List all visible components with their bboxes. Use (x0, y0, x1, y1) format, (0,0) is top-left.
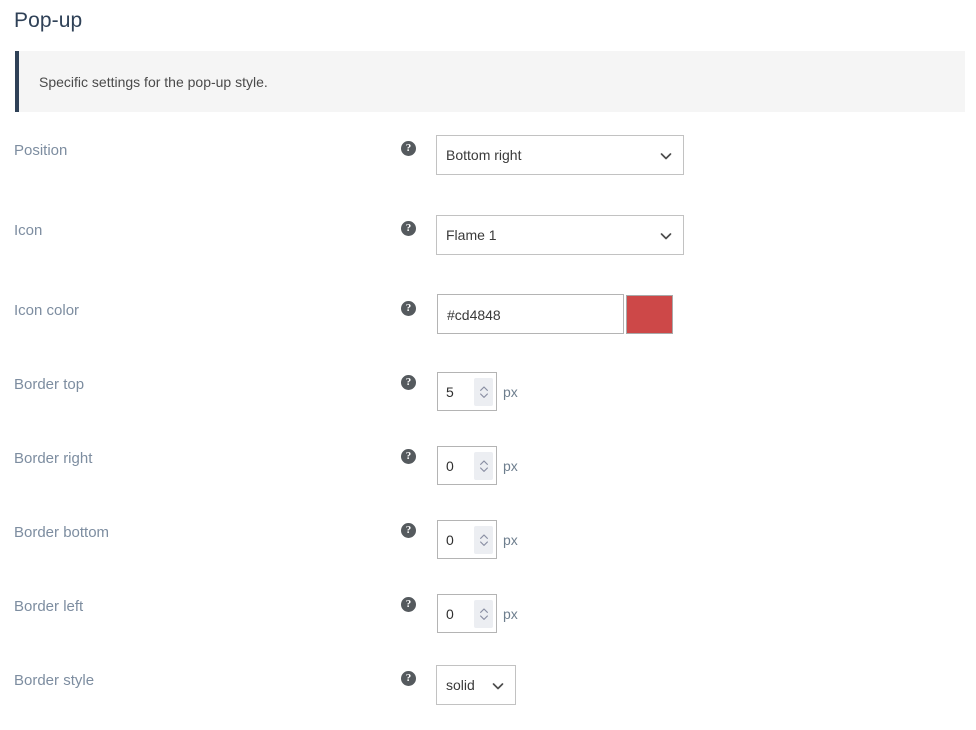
help-icon-icon[interactable]: ? (401, 221, 416, 236)
form-row-border-top: Border top? 5 px (0, 360, 976, 434)
select-border-style[interactable]: solid (436, 665, 516, 705)
label-border-bottom: Border bottom (14, 524, 110, 541)
label-border-top: Border top (14, 376, 85, 393)
chevron-down-icon (492, 680, 504, 692)
label-icon: Icon (14, 222, 43, 239)
select-position[interactable]: Bottom right (436, 135, 684, 175)
chevron-down-icon (660, 150, 672, 162)
unit-label-border-right: px (503, 458, 518, 474)
unit-label-border-bottom: px (503, 532, 518, 548)
number-input-border-top[interactable]: 5 (437, 372, 497, 411)
form-row-icon: Icon? Flame 1 (0, 206, 976, 280)
number-stepper-border-top[interactable] (474, 378, 493, 406)
number-value-border-bottom: 0 (446, 532, 454, 548)
label-border-style: Border style (14, 672, 95, 689)
number-value-border-right: 0 (446, 458, 454, 474)
select-value-position: Bottom right (446, 147, 522, 163)
color-swatch-button[interactable] (626, 295, 673, 334)
help-icon-position[interactable]: ? (401, 141, 416, 156)
form-row-position: Position? Bottom right (0, 126, 976, 200)
form-row-border-bottom: Border bottom? 0 px (0, 508, 976, 582)
help-icon-border-top[interactable]: ? (401, 375, 416, 390)
label-border-left: Border left (14, 598, 84, 615)
form-row-border-right: Border right? 0 px (0, 434, 976, 508)
help-icon-border-right[interactable]: ? (401, 449, 416, 464)
page-title: Pop-up (14, 9, 83, 32)
form-row-icon-color: Icon color? #cd4848 (0, 286, 976, 360)
number-stepper-border-left[interactable] (474, 600, 493, 628)
select-icon[interactable]: Flame 1 (436, 215, 684, 255)
label-position: Position (14, 142, 68, 159)
color-text-value: #cd4848 (447, 307, 501, 323)
number-input-border-right[interactable]: 0 (437, 446, 497, 485)
number-stepper-border-right[interactable] (474, 452, 493, 480)
number-input-border-left[interactable]: 0 (437, 594, 497, 633)
label-icon-color: Icon color (14, 302, 80, 319)
info-callout-text: Specific settings for the pop-up style. (39, 74, 268, 90)
label-border-right: Border right (14, 450, 93, 467)
chevron-down-icon (660, 230, 672, 242)
number-value-border-left: 0 (446, 606, 454, 622)
select-value-border-style: solid (446, 677, 475, 693)
number-input-border-bottom[interactable]: 0 (437, 520, 497, 559)
color-text-input[interactable]: #cd4848 (437, 294, 624, 334)
help-icon-border-style[interactable]: ? (401, 671, 416, 686)
number-value-border-top: 5 (446, 384, 454, 400)
help-icon-icon-color[interactable]: ? (401, 301, 416, 316)
form-row-border-style: Border style? solid (0, 656, 976, 730)
info-callout: Specific settings for the pop-up style. (15, 51, 965, 112)
select-value-icon: Flame 1 (446, 227, 497, 243)
number-stepper-border-bottom[interactable] (474, 526, 493, 554)
form-row-border-left: Border left? 0 px (0, 582, 976, 656)
unit-label-border-top: px (503, 384, 518, 400)
unit-label-border-left: px (503, 606, 518, 622)
help-icon-border-left[interactable]: ? (401, 597, 416, 612)
help-icon-border-bottom[interactable]: ? (401, 523, 416, 538)
